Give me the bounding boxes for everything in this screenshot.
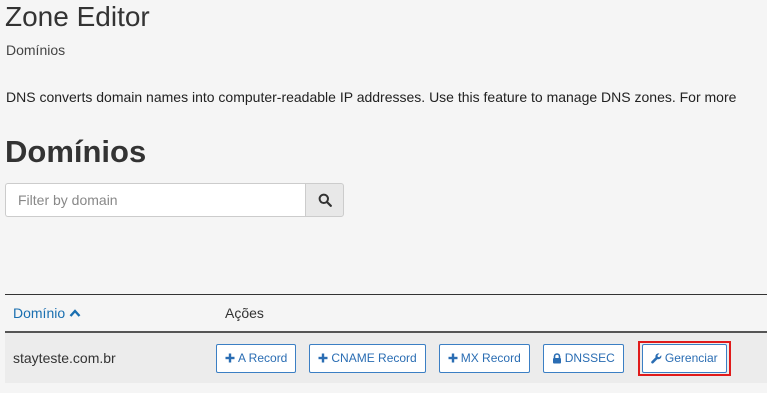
table-row: stayteste.com.br A Record CNAME Record M… xyxy=(5,333,767,383)
add-mx-record-button[interactable]: MX Record xyxy=(438,343,530,373)
add-a-record-button[interactable]: A Record xyxy=(216,343,297,373)
chevron-up-icon xyxy=(69,308,81,318)
page-description: DNS converts domain names into computer-… xyxy=(6,89,737,105)
domains-table: Domínio Ações stayteste.com.br A Record … xyxy=(5,294,767,383)
add-cname-record-label: CNAME Record xyxy=(331,351,417,365)
app-title: Zone Editor xyxy=(5,1,150,32)
search-icon xyxy=(318,193,332,207)
domain-name-cell: stayteste.com.br xyxy=(13,350,116,366)
column-header-actions: Ações xyxy=(225,305,264,321)
add-cname-record-button[interactable]: CNAME Record xyxy=(309,343,426,373)
plus-icon xyxy=(318,353,328,363)
manage-label: Gerenciar xyxy=(664,351,718,365)
add-mx-record-label: MX Record xyxy=(460,351,521,365)
zone-editor-page: Zone Editor Domínios DNS converts domain… xyxy=(0,0,767,393)
plus-icon xyxy=(225,353,235,363)
section-title: Domínios xyxy=(5,134,147,169)
dnssec-button[interactable]: DNSSEC xyxy=(542,343,624,373)
search-button[interactable] xyxy=(305,183,344,217)
column-header-domain-label: Domínio xyxy=(13,305,66,321)
manage-highlight: Gerenciar xyxy=(637,340,731,376)
lock-icon xyxy=(552,352,562,364)
manage-button[interactable]: Gerenciar xyxy=(641,343,727,373)
row-actions: A Record CNAME Record MX Record DNSSEC G… xyxy=(216,340,731,376)
plus-icon xyxy=(448,353,458,363)
add-a-record-label: A Record xyxy=(238,351,288,365)
search-input[interactable] xyxy=(5,183,305,217)
table-header: Domínio Ações xyxy=(5,295,767,333)
dnssec-label: DNSSEC xyxy=(564,351,615,365)
wrench-icon xyxy=(651,352,662,364)
column-header-domain[interactable]: Domínio xyxy=(5,305,217,321)
breadcrumb[interactable]: Domínios xyxy=(6,42,65,58)
search-group xyxy=(5,183,344,217)
